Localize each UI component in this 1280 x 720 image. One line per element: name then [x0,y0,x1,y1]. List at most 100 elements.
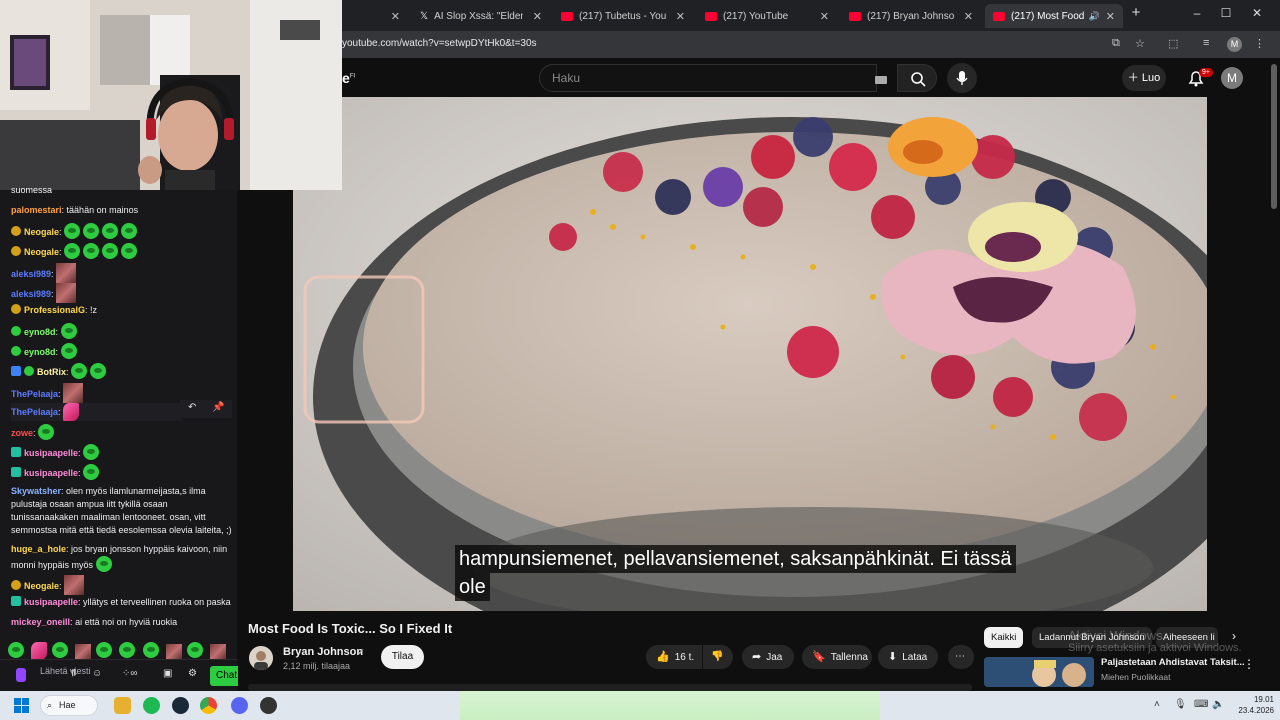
spotify-icon[interactable] [143,697,160,714]
chat-username[interactable]: huge_a_hole [11,544,66,554]
channel-points-icon[interactable] [16,668,26,682]
emote-icon[interactable] [31,642,48,660]
page-scrollbar[interactable] [1268,58,1280,691]
tab-tubetus[interactable]: (217) Tubetus - YouTube ✕ [553,4,693,28]
taskbar-clock[interactable]: 19.01 23.4.2026 [1236,694,1274,716]
obs-icon[interactable] [260,697,277,714]
chat-username[interactable]: eyno8d [24,347,56,357]
chat-username[interactable]: aleksi989 [11,289,51,299]
subscribe-button[interactable]: Tilaa [381,645,424,669]
share-button[interactable]: ➦ Jaa [742,645,794,669]
youtube-account-avatar[interactable]: M [1221,67,1243,89]
translate-icon[interactable]: ⥮ [70,668,77,679]
close-tab-icon[interactable]: ✕ [381,10,400,23]
media-control-icon[interactable]: ≡ [1203,37,1209,49]
dislike-button[interactable]: 👎 [703,645,733,669]
gift-icon[interactable]: ▣ [163,668,172,679]
minimize-icon[interactable]: – [1187,6,1207,20]
chat-extension-icon[interactable]: ⁘∞ [122,668,138,679]
chat-username[interactable]: Neogale [24,227,59,237]
maximize-icon[interactable]: ☐ [1216,6,1236,20]
chip-all[interactable]: Kaikki [984,627,1024,648]
emote-icon[interactable] [186,642,203,658]
chat-username[interactable]: zowe [11,428,33,438]
audio-playing-icon[interactable]: 🔊 [1089,11,1100,22]
bookmark-star-icon[interactable]: ☆ [1135,37,1145,50]
chat-username[interactable]: Neogale [24,247,59,257]
save-button[interactable]: 🔖 Tallenna [802,645,872,669]
emote-icon[interactable] [210,644,227,660]
emote-icon[interactable] [8,642,24,658]
close-tab-icon[interactable]: ✕ [523,10,542,23]
network-icon[interactable]: ⌨ [1194,699,1208,710]
windows-start-icon[interactable] [14,698,29,713]
emote-icon[interactable] [142,642,159,658]
channel-name[interactable]: Bryan Johnson [283,646,363,658]
tab-bryan-johnson[interactable]: (217) Bryan Johnson - YouT ✕ [841,4,981,28]
download-button[interactable]: ⬇ Lataa [878,645,938,669]
extensions-icon[interactable]: ⬚ [1168,37,1178,50]
emote-icon[interactable] [75,644,92,660]
create-button[interactable]: ＋ Luo [1122,65,1166,91]
keyboard-icon[interactable] [875,76,887,84]
close-tab-icon[interactable]: ✕ [666,10,685,23]
close-tab-icon[interactable]: ✕ [954,10,973,23]
volume-icon[interactable]: 🔈 [1212,699,1224,710]
url-field[interactable]: youtube.com/watch?v=setwpDYtHk0&t=30s [342,38,537,49]
channel-avatar[interactable] [249,646,273,670]
close-tab-icon[interactable]: ✕ [1100,10,1115,23]
chat-username[interactable]: kusipaapelle [24,468,78,478]
browser-profile-avatar[interactable]: M [1227,37,1242,52]
tab-x-post[interactable]: 𝕏 AI Slop Xssä: "Elden Ring F ✕ [412,4,550,28]
tray-chevron-icon[interactable]: ˄ [1154,699,1160,710]
recommended-video-channel[interactable]: Miehen Puolikkaat [1101,672,1170,682]
tab-partial[interactable]: ✕ [342,4,408,28]
chat-username[interactable]: BotRix [37,367,66,377]
more-actions-button[interactable]: ⋯ [948,645,974,669]
chat-input[interactable]: Lähetä viesti [40,666,91,677]
recommended-video-title[interactable]: Paljastetaan Ahdistavat Taksit... [1101,657,1245,668]
video-player[interactable] [293,97,1207,611]
search-button[interactable] [897,64,937,92]
chat-username[interactable]: ThePelaaja [11,407,58,417]
chrome-icon[interactable] [200,697,217,714]
chat-username[interactable]: eyno8d [24,327,56,337]
chat-username[interactable]: aleksi989 [11,269,51,279]
file-explorer-icon[interactable] [114,697,131,714]
chat-username[interactable]: ProfessionalG [24,305,85,315]
search-input[interactable]: Haku [539,64,877,92]
emote-icon[interactable] [166,644,183,660]
emote-icon[interactable] [51,642,68,658]
like-button[interactable]: 👍 16 t. [646,645,702,669]
chat-username[interactable]: mickey_oneill [11,617,70,627]
close-window-icon[interactable]: ✕ [1247,6,1267,20]
chat-send-button[interactable]: Chat [210,666,238,686]
more-vertical-icon[interactable]: ⋮ [1243,657,1255,671]
settings-gear-icon[interactable]: ⚙ [188,668,197,679]
pin-icon[interactable]: 📌 [212,402,224,413]
chat-username[interactable]: Skywatsher [11,486,61,496]
tab-youtube[interactable]: (217) YouTube ✕ [697,4,837,28]
browser-menu-icon[interactable]: ⋮ [1254,37,1265,50]
emote-icon[interactable] [119,642,136,658]
chat-username[interactable]: Neogale [24,581,59,591]
chat-username[interactable]: palomestari [11,205,62,215]
tray-mic-icon[interactable]: 🎙 [1174,699,1187,710]
chat-username[interactable]: kusipaapelle [24,448,78,458]
youtube-logo[interactable]: eFI [342,70,355,86]
emote-icon[interactable] [95,642,112,658]
recommended-video-thumbnail[interactable] [984,657,1094,687]
close-tab-icon[interactable]: ✕ [810,10,829,23]
install-app-icon[interactable]: ⧉ [1112,37,1120,50]
emoji-icon[interactable]: ☺ [92,668,102,679]
taskbar-search[interactable]: ⌕ Hae [40,695,98,716]
chat-username[interactable]: ThePelaaja [11,389,58,399]
reply-icon[interactable]: ↶ [188,402,196,413]
tab-most-food-active[interactable]: (217) Most Food Is Toxi 🔊 ✕ [985,4,1123,28]
scrollbar-thumb[interactable] [1271,64,1277,209]
steam-icon[interactable] [172,697,189,714]
new-tab-icon[interactable]: + [1126,4,1146,21]
discord-icon[interactable] [231,697,248,714]
voice-search-button[interactable] [947,63,977,93]
chat-username[interactable]: kusipaapelle [24,597,78,607]
